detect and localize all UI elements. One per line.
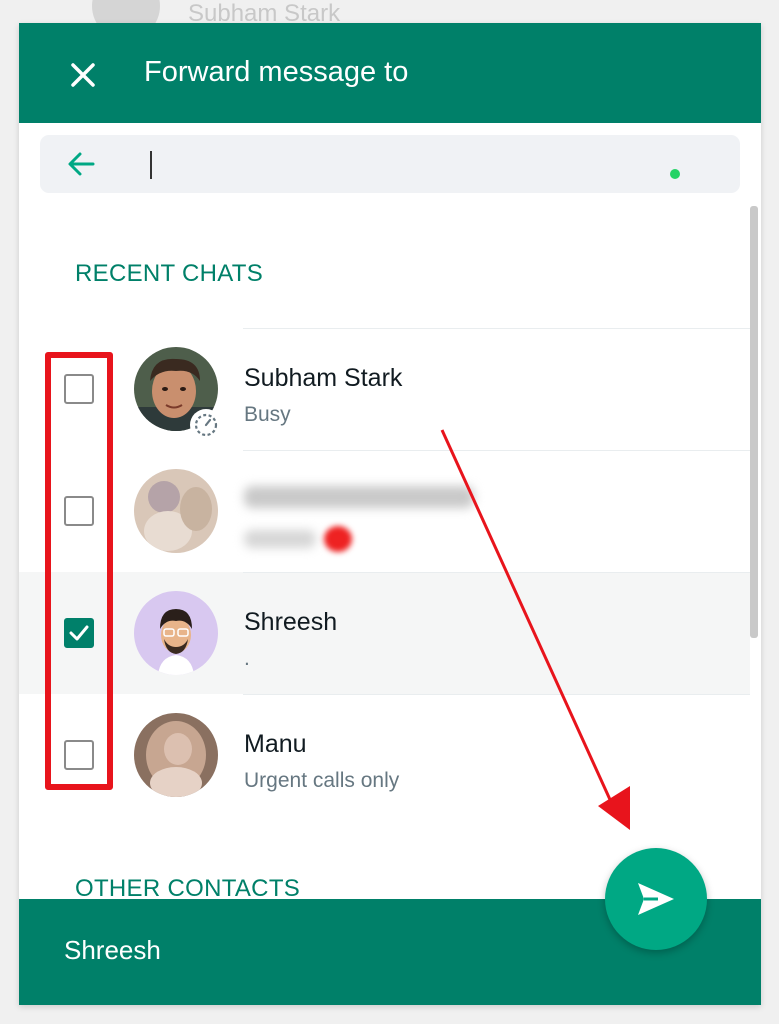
send-icon <box>638 883 674 915</box>
send-button[interactable] <box>605 848 707 950</box>
